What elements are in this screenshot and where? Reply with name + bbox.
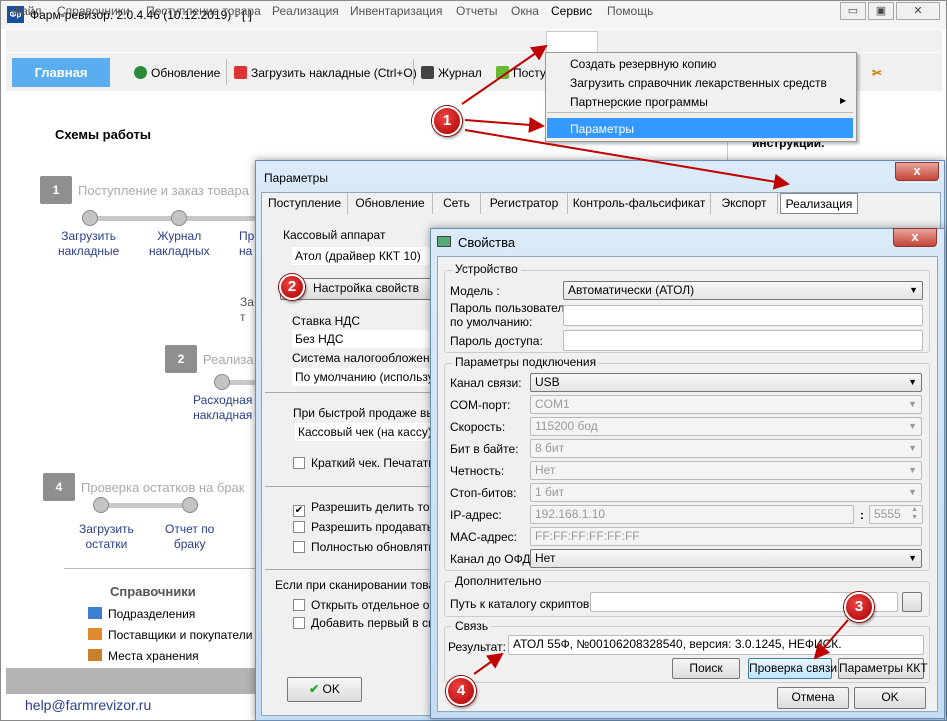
annotation-arrows — [461, 44, 849, 675]
callout-3: 3 — [844, 592, 874, 622]
arrow-4 — [473, 652, 504, 675]
arrow-3 — [813, 619, 849, 660]
callout-2: 2 — [279, 274, 305, 300]
arrow-1a — [461, 44, 548, 105]
callout-4: 4 — [446, 676, 476, 706]
arrow-1c — [464, 129, 790, 190]
callout-1: 1 — [432, 106, 462, 136]
arrow-1b — [464, 116, 545, 133]
